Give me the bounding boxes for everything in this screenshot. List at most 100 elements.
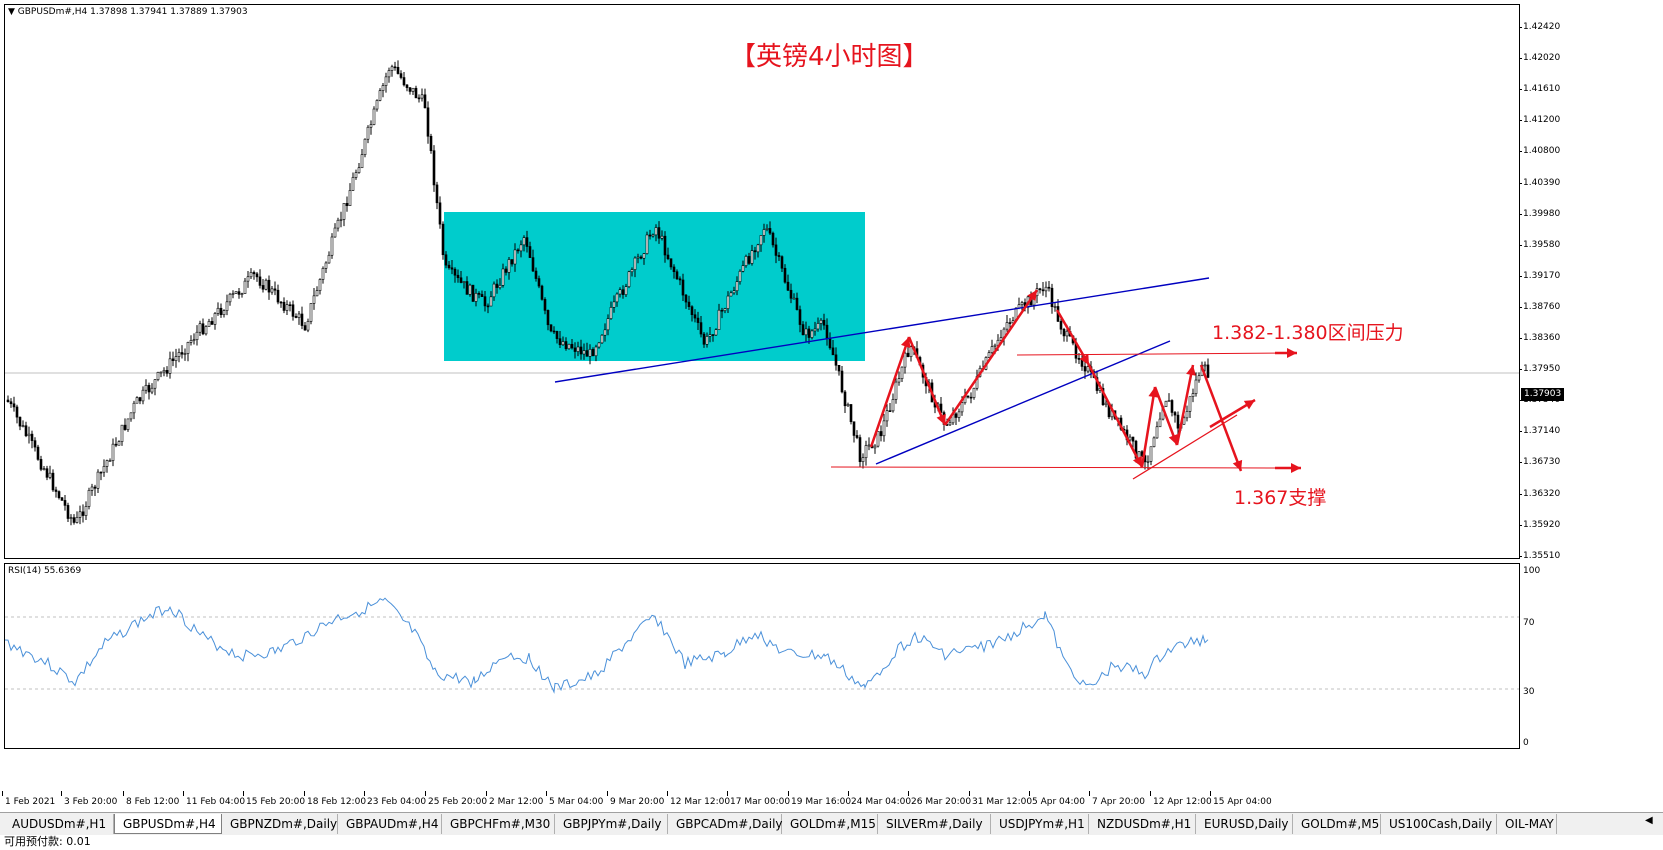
candle-body: [450, 267, 454, 270]
candle-body: [669, 258, 673, 268]
candle-body: [408, 87, 412, 92]
candle-body: [180, 352, 184, 355]
candle-body: [201, 323, 205, 335]
price-tick: 1.35510: [1518, 550, 1561, 561]
candle-body: [441, 223, 445, 256]
candle-body: [594, 346, 598, 357]
candle-body: [273, 288, 277, 291]
candle-body: [687, 301, 691, 307]
candle-body: [168, 358, 172, 374]
candle-body: [252, 272, 256, 275]
tab-gbpaudm-h4[interactable]: GBPAUDm#,H4: [338, 814, 442, 834]
candle-body: [717, 309, 721, 330]
candle-body: [153, 379, 157, 389]
tab-goldm-m5[interactable]: GOLDm#,M5: [1293, 814, 1381, 834]
candle-body: [489, 296, 493, 307]
tab-gbpusdm-h4[interactable]: GBPUSDm#,H4: [114, 814, 222, 834]
tab-gbpnzdm-daily[interactable]: GBPNZDm#,Daily: [222, 814, 338, 834]
candle-body: [552, 330, 556, 333]
price-tick: 1.37140: [1518, 426, 1561, 437]
candle-body: [33, 440, 37, 448]
candle-body: [66, 505, 70, 519]
rsi-panel[interactable]: [4, 563, 1520, 749]
candle-body: [102, 466, 106, 473]
tab-nzdusdm-h1[interactable]: NZDUSDm#,H1: [1089, 814, 1196, 834]
tab-goldm-m15[interactable]: GOLDm#,M15: [782, 814, 878, 834]
candle-body: [702, 333, 706, 345]
candle-body: [360, 154, 364, 169]
time-tick: 12 Apr 12:00: [1150, 791, 1212, 807]
time-tick: 7 Apr 20:00: [1089, 791, 1145, 807]
candle-body: [225, 301, 229, 311]
candle-body: [378, 90, 382, 101]
candle-body: [1203, 364, 1207, 367]
candle-body: [987, 352, 991, 358]
candle-body: [558, 338, 562, 346]
candle-body: [729, 292, 733, 297]
tab-eurusd-daily[interactable]: EURUSD,Daily: [1196, 814, 1293, 834]
candle-body: [843, 391, 847, 407]
tab-gbpcadm-daily[interactable]: GBPCADm#,Daily: [668, 814, 783, 834]
candle-body: [765, 228, 769, 230]
candle-body: [666, 254, 670, 259]
tab-gbpjpym-daily[interactable]: GBPJPYm#,Daily: [555, 814, 668, 834]
candle-body: [810, 330, 814, 338]
candle-body: [1065, 330, 1069, 337]
candle-body: [501, 268, 505, 286]
wave-arrow-6: [1140, 386, 1157, 468]
candle-body: [9, 401, 13, 405]
candle-body: [1104, 402, 1108, 406]
candle-body: [693, 314, 697, 319]
candle-body: [459, 277, 463, 283]
tab-usdjpym-h1[interactable]: USDJPYm#,H1: [991, 814, 1089, 834]
candle-body: [582, 350, 586, 355]
candle-body: [300, 313, 304, 326]
candle-body: [603, 329, 607, 336]
chevron-left-icon[interactable]: ◀: [1645, 815, 1653, 826]
candle-body: [84, 506, 88, 516]
candle-body: [744, 256, 748, 266]
price-chart[interactable]: [4, 4, 1520, 559]
tab-audusdm-h1[interactable]: AUDUSDm#,H1: [4, 814, 114, 834]
candle-body: [735, 281, 739, 292]
tab-oil-may[interactable]: OIL-MAY: [1497, 814, 1557, 834]
time-tick: 31 Mar 12:00: [968, 791, 1033, 807]
candle-body: [768, 228, 772, 234]
candle-body: [147, 384, 151, 393]
candle-body: [249, 272, 253, 278]
candle-body: [342, 203, 346, 220]
candle-body: [1185, 411, 1189, 419]
tab-silverm-daily[interactable]: SILVERm#,Daily: [878, 814, 991, 834]
candle-body: [327, 254, 331, 264]
candle-body: [513, 249, 517, 265]
candle-body: [522, 237, 526, 246]
wave-arrow-2: [907, 336, 947, 426]
candle-body: [738, 270, 742, 282]
time-tick: 25 Feb 20:00: [424, 791, 488, 807]
candle-body: [822, 319, 826, 326]
candle-body: [453, 268, 457, 276]
candle-body: [726, 295, 730, 309]
candle-body: [267, 279, 271, 293]
candle-body: [663, 235, 667, 256]
candle-body: [879, 431, 883, 437]
candle-body: [222, 310, 226, 316]
time-tick: 5 Apr 04:00: [1029, 791, 1085, 807]
candle-body: [888, 410, 892, 412]
candle-body: [261, 285, 265, 290]
candle-body: [834, 354, 838, 366]
price-tick: 1.42420: [1518, 22, 1561, 32]
candle-body: [645, 234, 649, 254]
candle-body: [219, 307, 223, 316]
tab-gbpchfm-m30[interactable]: GBPCHFm#,M30: [442, 814, 555, 834]
tab-us100cash-daily[interactable]: US100Cash,Daily: [1381, 814, 1497, 834]
candle-body: [678, 278, 682, 281]
candle-body: [495, 283, 499, 288]
candle-body: [246, 276, 250, 282]
candle-body: [195, 331, 199, 340]
candle-body: [1197, 375, 1201, 381]
candle-body: [417, 97, 421, 100]
candle-body: [312, 295, 316, 304]
candle-body: [885, 410, 889, 422]
candle-body: [1050, 287, 1054, 307]
